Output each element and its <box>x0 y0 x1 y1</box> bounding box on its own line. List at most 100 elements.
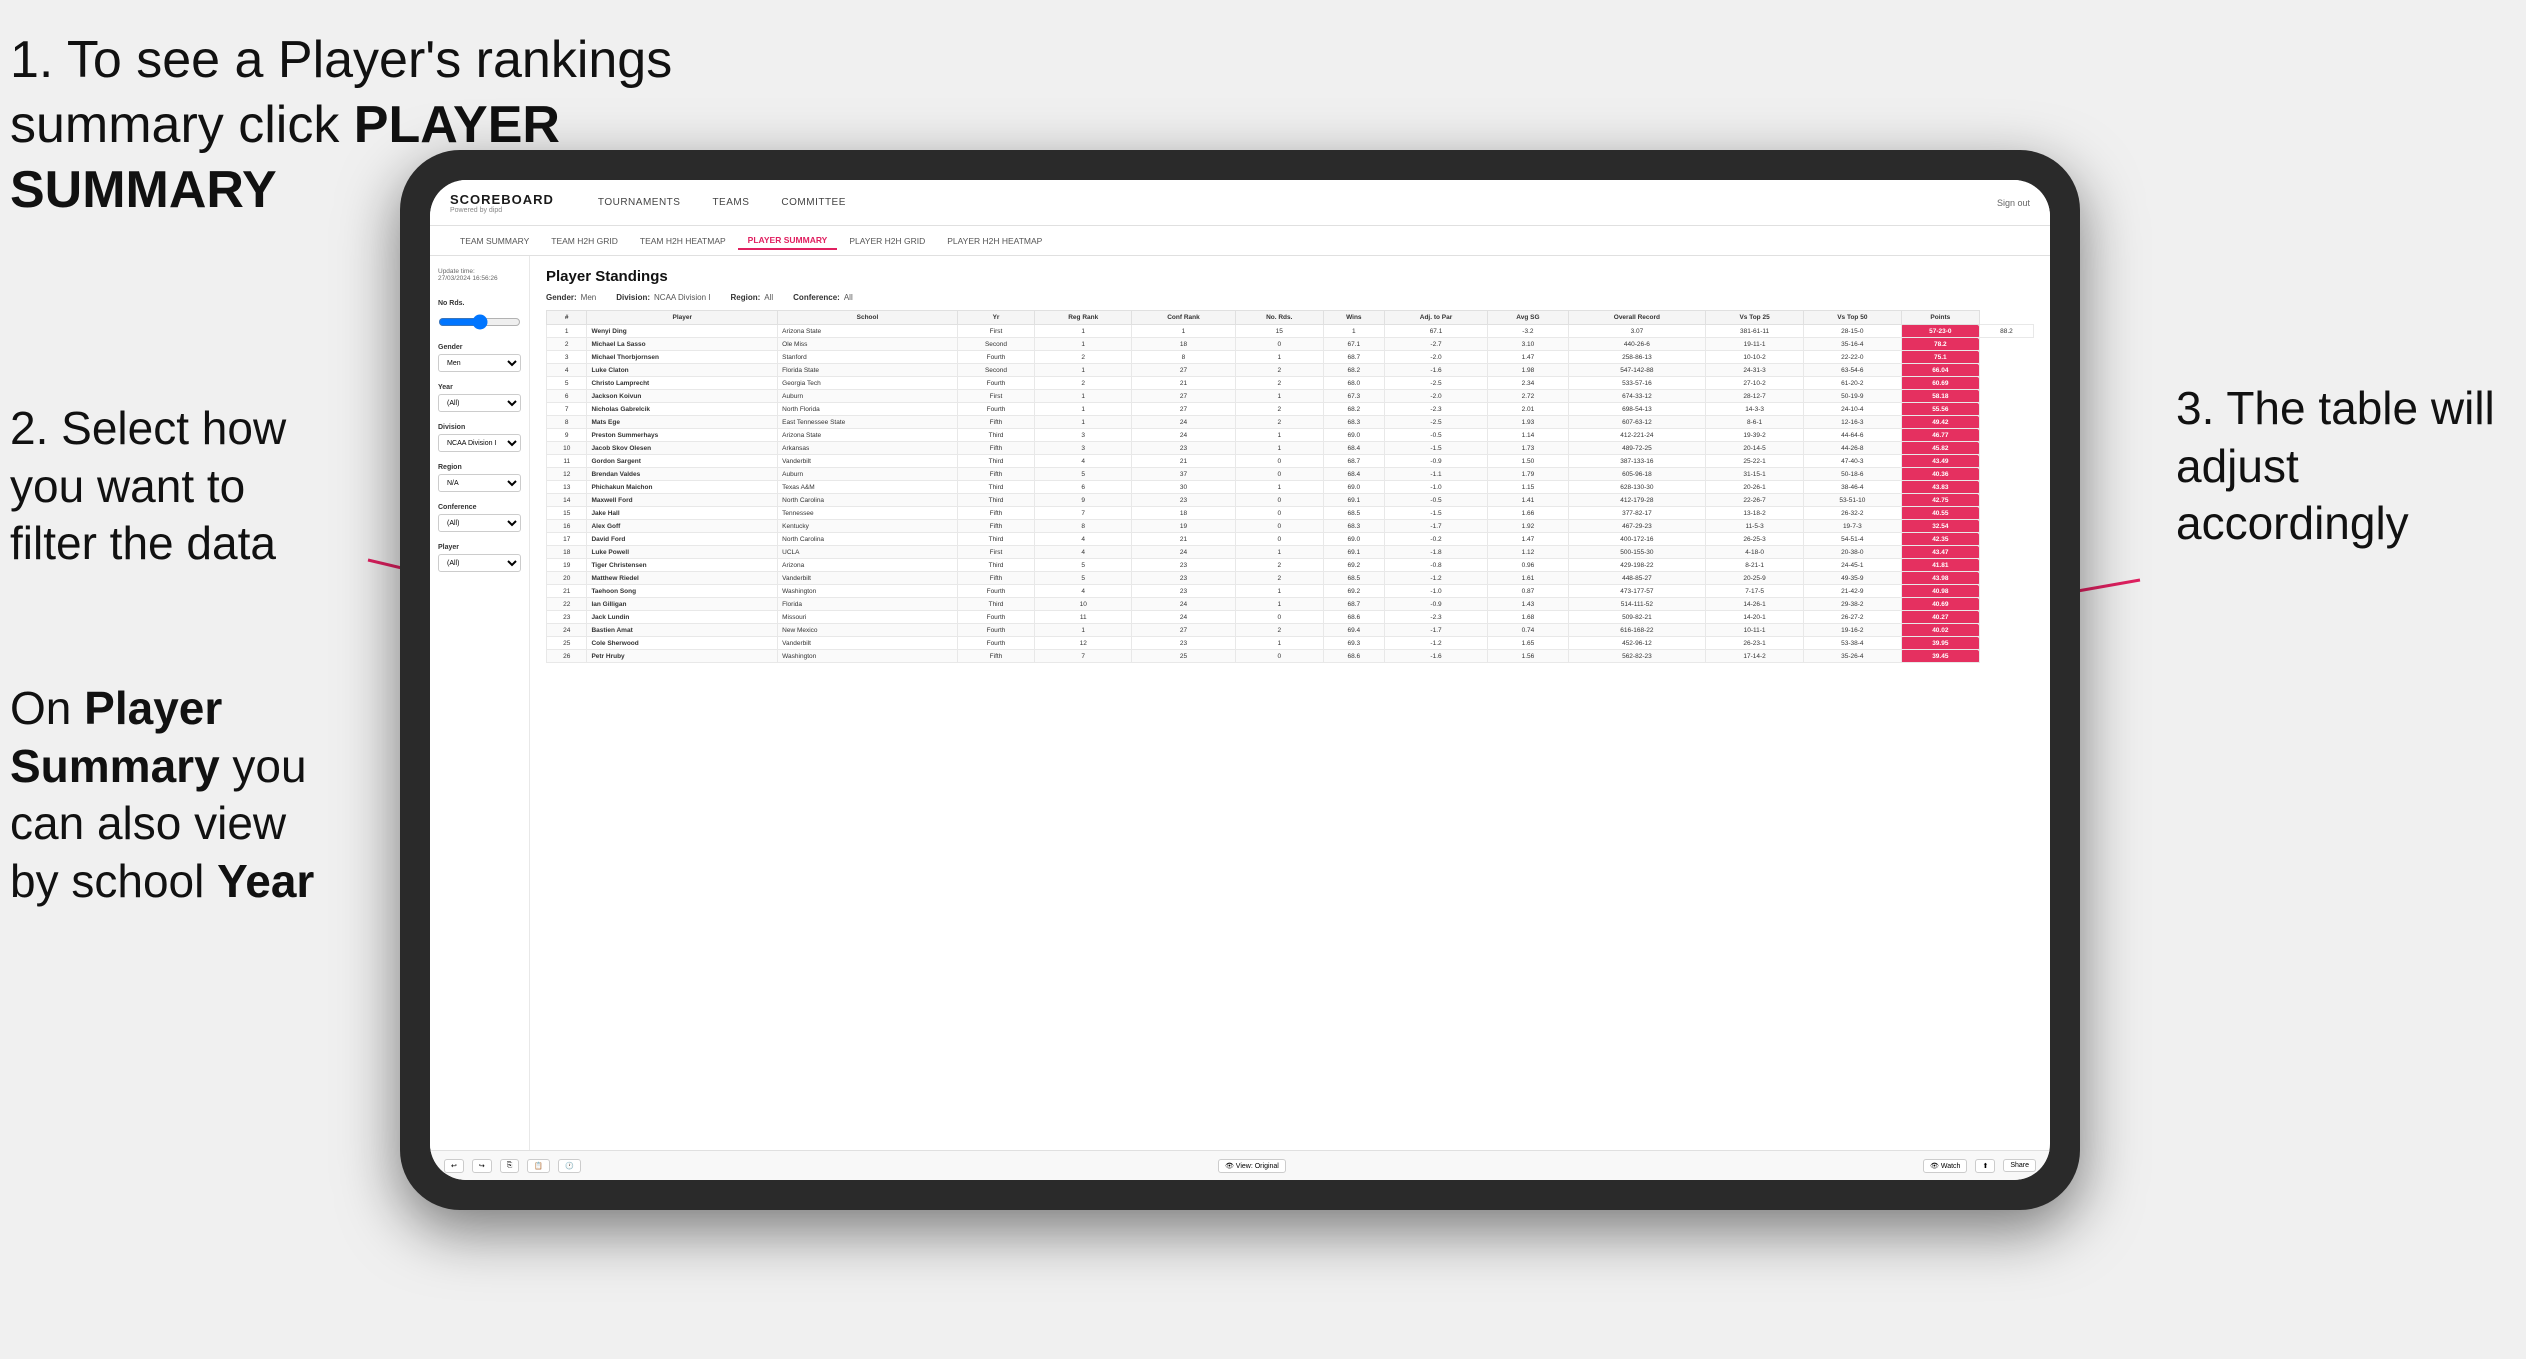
redo-btn[interactable]: ↪ <box>472 1159 492 1173</box>
table-row: 4Luke ClatonFlorida StateSecond127268.2-… <box>547 364 2034 377</box>
tablet-device: SCOREBOARD Powered by dipd TOURNAMENTS T… <box>400 150 2080 1210</box>
undo-btn[interactable]: ↩ <box>444 1159 464 1173</box>
table-row: 15Jake HallTennesseeFifth718068.5-1.51.6… <box>547 507 2034 520</box>
sidebar: Update time: 27/03/2024 16:56:26 No Rds.… <box>430 256 530 1150</box>
instruction-bottom: On Player Summary you can also view by s… <box>10 680 330 910</box>
table-row: 7Nicholas GabrelcikNorth FloridaFourth12… <box>547 403 2034 416</box>
main-content: Update time: 27/03/2024 16:56:26 No Rds.… <box>430 256 2050 1150</box>
col-adj: Adj. to Par <box>1384 311 1487 325</box>
bottom-toolbar: ↩ ↪ ⎘ 📋 🕐 👁 View: Original 👁 Watch ⬆ Sha… <box>430 1150 2050 1180</box>
table-row: 9Preston SummerhaysArizona StateThird324… <box>547 429 2034 442</box>
subnav-player-h2h-heatmap[interactable]: PLAYER H2H HEATMAP <box>937 233 1052 249</box>
table-row: 22Ian GilliganFloridaThird1024168.7-0.91… <box>547 598 2034 611</box>
subnav-team-summary[interactable]: TEAM SUMMARY <box>450 233 539 249</box>
logo-text: SCOREBOARD <box>450 192 554 207</box>
table-row: 25Cole SherwoodVanderbiltFourth1223169.3… <box>547 637 2034 650</box>
table-row: 5Christo LamprechtGeorgia TechFourth2212… <box>547 377 2034 390</box>
export-btn[interactable]: ⬆ <box>1975 1159 1995 1173</box>
table-row: 19Tiger ChristensenArizonaThird523269.2-… <box>547 559 2034 572</box>
table-row: 6Jackson KoivunAuburnFirst127167.3-2.02.… <box>547 390 2034 403</box>
table-row: 3Michael ThorbjornsenStanfordFourth28168… <box>547 351 2034 364</box>
logo-area: SCOREBOARD Powered by dipd <box>450 192 554 214</box>
nav-committee[interactable]: COMMITTEE <box>767 193 860 212</box>
conference-section: Conference (All) <box>438 504 521 532</box>
division-select[interactable]: NCAA Division I <box>438 434 521 452</box>
header-right: Sign out <box>1997 198 2030 208</box>
app-header: SCOREBOARD Powered by dipd TOURNAMENTS T… <box>430 180 2050 226</box>
clock-btn[interactable]: 🕐 <box>558 1159 581 1173</box>
col-overall: Overall Record <box>1568 311 1706 325</box>
division-label: Division <box>438 424 521 431</box>
copy-btn[interactable]: ⎘ <box>500 1159 520 1173</box>
update-time: Update time: 27/03/2024 16:56:26 <box>438 268 521 282</box>
watch-btn[interactable]: 👁 Watch <box>1923 1159 1967 1173</box>
toolbar-right: 👁 Watch ⬆ Share <box>1923 1159 2036 1173</box>
table-row: 16Alex GoffKentuckyFifth819068.3-1.71.92… <box>547 520 2034 533</box>
standings-title: Player Standings <box>546 268 2034 285</box>
table-row: 21Taehoon SongWashingtonFourth423169.2-1… <box>547 585 2034 598</box>
col-player: Player <box>587 311 778 325</box>
share-btn[interactable]: Share <box>2003 1159 2036 1172</box>
col-avg-sg: Avg SG <box>1488 311 1568 325</box>
col-no-rds: No. Rds. <box>1235 311 1323 325</box>
nav-items: TOURNAMENTS TEAMS COMMITTEE <box>584 193 1997 212</box>
year-bold: Year <box>217 855 314 907</box>
subnav-team-h2h-heatmap[interactable]: TEAM H2H HEATMAP <box>630 233 736 249</box>
tablet-screen: SCOREBOARD Powered by dipd TOURNAMENTS T… <box>430 180 2050 1180</box>
division-filter: Division: NCAA Division I <box>616 293 710 302</box>
table-row: 18Luke PowellUCLAFirst424169.1-1.81.1250… <box>547 546 2034 559</box>
player-select[interactable]: (All) <box>438 554 521 572</box>
gender-section: Gender Men <box>438 344 521 372</box>
region-label: Region <box>438 464 521 471</box>
col-vs-top25: Vs Top 25 <box>1706 311 1804 325</box>
table-row: 11Gordon SargentVanderbiltThird421068.7-… <box>547 455 2034 468</box>
toolbar-center: 👁 View: Original <box>589 1159 1915 1173</box>
table-row: 14Maxwell FordNorth CarolinaThird923069.… <box>547 494 2034 507</box>
col-num: # <box>547 311 587 325</box>
logo-sub: Powered by dipd <box>450 207 554 214</box>
col-conf-rank: Conf Rank <box>1132 311 1235 325</box>
gender-select[interactable]: Men <box>438 354 521 372</box>
year-section: Year (All) <box>438 384 521 412</box>
instruction-step2: 2. Select how you want to filter the dat… <box>10 400 310 573</box>
table-row: 1Wenyi DingArizona StateFirst1115167.1-3… <box>547 325 2034 338</box>
conference-filter: Conference: All <box>793 293 853 302</box>
year-label: Year <box>438 384 521 391</box>
nav-tournaments[interactable]: TOURNAMENTS <box>584 193 695 212</box>
conference-select[interactable]: (All) <box>438 514 521 532</box>
no-rds-label: No Rds. <box>438 300 521 307</box>
standings-table: # Player School Yr Reg Rank Conf Rank No… <box>546 310 2034 663</box>
table-row: 17David FordNorth CarolinaThird421069.0-… <box>547 533 2034 546</box>
gender-label: Gender <box>438 344 521 351</box>
table-row: 2Michael La SassoOle MissSecond118067.1-… <box>547 338 2034 351</box>
gender-filter: Gender: Men <box>546 293 596 302</box>
table-row: 8Mats EgeEast Tennessee StateFifth124268… <box>547 416 2034 429</box>
subnav-team-h2h-grid[interactable]: TEAM H2H GRID <box>541 233 628 249</box>
player-section: Player (All) <box>438 544 521 572</box>
no-rds-slider[interactable] <box>438 314 521 330</box>
table-row: 12Brendan ValdesAuburnFifth537068.4-1.11… <box>547 468 2034 481</box>
col-points: Points <box>1901 311 1979 325</box>
nav-teams[interactable]: TEAMS <box>698 193 763 212</box>
region-select[interactable]: N/A <box>438 474 521 492</box>
col-reg-rank: Reg Rank <box>1035 311 1132 325</box>
view-original-btn[interactable]: 👁 View: Original <box>1218 1159 1286 1173</box>
filter-row: Gender: Men Division: NCAA Division I Re… <box>546 293 2034 302</box>
subnav-player-summary[interactable]: PLAYER SUMMARY <box>738 232 838 250</box>
paste-btn[interactable]: 📋 <box>527 1159 550 1173</box>
player-label: Player <box>438 544 521 551</box>
subnav-player-h2h-grid[interactable]: PLAYER H2H GRID <box>839 233 935 249</box>
table-row: 26Petr HrubyWashingtonFifth725068.6-1.61… <box>547 650 2034 663</box>
sub-nav: TEAM SUMMARY TEAM H2H GRID TEAM H2H HEAT… <box>430 226 2050 256</box>
region-section: Region N/A <box>438 464 521 492</box>
table-row: 13Phichakun MaichonTexas A&MThird630169.… <box>547 481 2034 494</box>
table-row: 24Bastien AmatNew MexicoFourth127269.4-1… <box>547 624 2034 637</box>
col-school: School <box>778 311 958 325</box>
no-rds-section: No Rds. <box>438 300 521 332</box>
col-wins: Wins <box>1323 311 1384 325</box>
year-select[interactable]: (All) <box>438 394 521 412</box>
instruction-step3: 3. The table will adjust accordingly <box>2176 380 2516 553</box>
sign-out[interactable]: Sign out <box>1997 198 2030 208</box>
table-row: 23Jack LundinMissouriFourth1124068.6-2.3… <box>547 611 2034 624</box>
col-yr: Yr <box>957 311 1034 325</box>
